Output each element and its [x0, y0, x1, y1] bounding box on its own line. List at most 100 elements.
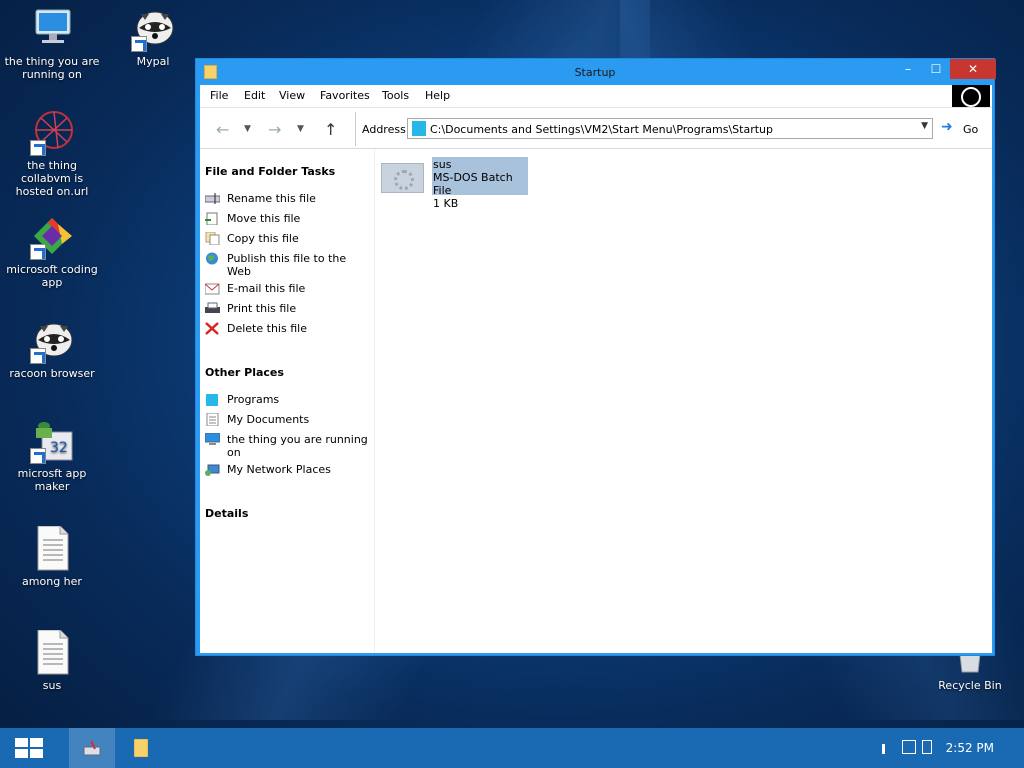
desktop-icon-among-her[interactable]: among her — [2, 525, 102, 588]
start-button[interactable] — [0, 728, 60, 768]
explorer-window: Startup – ☐ ✕ File Edit View Favorites T… — [195, 58, 996, 656]
raccoon-icon — [129, 6, 177, 52]
network-tray-icon[interactable] — [902, 740, 916, 754]
printer-icon — [205, 302, 220, 313]
task-label: Delete this file — [227, 322, 307, 335]
task-copy[interactable]: Copy this file — [205, 232, 370, 245]
menu-file[interactable]: File — [210, 89, 228, 102]
place-programs[interactable]: Programs — [205, 393, 370, 406]
place-label: the thing you are running on — [227, 433, 368, 459]
go-arrow-icon[interactable]: ➜ — [941, 119, 953, 135]
rename-icon — [205, 193, 220, 204]
taskbar-item-control-panel[interactable] — [69, 728, 115, 768]
shortcut-arrow-icon — [131, 36, 147, 52]
task-move[interactable]: Move this file — [205, 212, 370, 225]
shortcut-arrow-icon — [30, 448, 46, 464]
taskbar-item-explorer[interactable] — [118, 728, 164, 768]
file-info-selected: sus MS-DOS Batch File 1 KB — [432, 157, 528, 210]
clock[interactable]: 2:52 PM — [946, 741, 994, 755]
back-dropdown-icon[interactable]: ▼ — [244, 124, 251, 134]
up-arrow-icon[interactable]: ↑ — [324, 120, 337, 139]
task-label: Publish this file to the Web — [227, 252, 347, 278]
battery-tray-icon[interactable] — [922, 740, 932, 754]
title-bar[interactable]: Startup – ☐ ✕ — [196, 59, 996, 85]
desktop-icon-coding-app[interactable]: microsoft coding app — [2, 214, 102, 289]
place-label: My Documents — [227, 413, 310, 426]
menu-view[interactable]: View — [279, 89, 305, 102]
email-icon — [205, 283, 220, 295]
menu-help[interactable]: Help — [425, 89, 450, 102]
folder-icon — [412, 121, 426, 136]
task-publish[interactable]: Publish this file to the Web — [205, 252, 370, 278]
task-print[interactable]: Print this file — [205, 302, 370, 315]
desktop-icon-sus[interactable]: sus — [2, 629, 102, 692]
close-button[interactable]: ✕ — [950, 59, 996, 79]
address-value: C:\Documents and Settings\VM2\Start Menu… — [430, 123, 773, 136]
coding-app-icon — [28, 214, 76, 260]
control-panel-icon — [83, 740, 101, 756]
app-maker-icon: 32 — [28, 418, 76, 464]
desktop-icon-racoon-browser[interactable]: racoon browser — [2, 318, 102, 380]
desktop-icon-label: racoon browser — [9, 367, 95, 380]
documents-icon — [206, 413, 219, 426]
toolbar-separator — [355, 112, 356, 146]
desktop-icon-collabvm-url[interactable]: the thing collabvm is hosted on.url — [2, 110, 102, 198]
task-label: E-mail this file — [227, 282, 306, 295]
batch-file-gear-icon — [381, 163, 424, 193]
computer-icon — [28, 6, 76, 52]
task-delete[interactable]: Delete this file — [205, 322, 370, 335]
task-rename[interactable]: Rename this file — [205, 192, 370, 205]
file-type: MS-DOS Batch File — [433, 171, 513, 197]
text-file-icon — [28, 629, 76, 676]
desktop-icon-label: the thing collabvm is hosted on.url — [15, 159, 89, 198]
windows-logo-icon — [15, 738, 45, 760]
raccoon-icon — [28, 318, 76, 364]
menu-favorites[interactable]: Favorites — [320, 89, 370, 102]
place-label: My Network Places — [227, 463, 331, 476]
chevron-down-icon[interactable]: ▼ — [921, 121, 928, 131]
maximize-button[interactable]: ☐ — [922, 59, 950, 79]
place-network[interactable]: My Network Places — [205, 463, 370, 476]
place-computer[interactable]: the thing you are running on — [205, 433, 370, 459]
address-label: Address — [362, 123, 406, 136]
go-button[interactable]: Go — [963, 123, 978, 136]
text-file-icon — [28, 525, 76, 572]
desktop-icon-label: among her — [22, 575, 82, 588]
desktop-icon-label: Recycle Bin — [938, 679, 1002, 692]
shortcut-arrow-icon — [30, 244, 46, 260]
task-pane: File and Folder Tasks Rename this file M… — [200, 149, 374, 653]
file-name: sus — [433, 158, 452, 171]
desktop-icon-mypal[interactable]: Mypal — [103, 6, 203, 68]
show-hidden-icons-icon[interactable] — [882, 744, 885, 754]
minimize-button[interactable]: – — [894, 59, 922, 79]
move-icon — [205, 212, 218, 225]
shortcut-arrow-icon — [30, 348, 46, 364]
taskbar: 2:52 PM — [0, 728, 1024, 768]
back-arrow-icon[interactable]: ← — [216, 120, 229, 139]
address-bar[interactable]: C:\Documents and Settings\VM2\Start Menu… — [407, 118, 933, 139]
desktop-icon-app-maker[interactable]: 32 microsft app maker — [2, 418, 102, 493]
place-label: Programs — [227, 393, 280, 406]
task-email[interactable]: E-mail this file — [205, 282, 370, 295]
details-heading: Details — [205, 507, 249, 520]
window-title: Startup — [574, 66, 616, 79]
shortcut-arrow-icon — [30, 140, 46, 156]
windows-flag-logo-icon — [952, 85, 990, 107]
menu-bar: File Edit View Favorites Tools Help — [200, 85, 992, 107]
toolbar: ← ▼ → ▼ ↑ Address C:\Documents and Setti… — [200, 107, 992, 149]
desktop-icon-computer[interactable]: the thing you are running on — [2, 6, 102, 81]
menu-tools[interactable]: Tools — [382, 89, 409, 102]
forward-arrow-icon[interactable]: → — [268, 120, 281, 139]
delete-icon — [205, 322, 219, 335]
desktop-icon-label: Mypal — [136, 55, 170, 68]
file-list-pane[interactable]: sus MS-DOS Batch File 1 KB — [374, 149, 992, 653]
menu-edit[interactable]: Edit — [244, 89, 265, 102]
forward-dropdown-icon[interactable]: ▼ — [297, 124, 304, 134]
copy-icon — [205, 232, 220, 245]
folder-icon — [134, 739, 148, 757]
task-label: Print this file — [227, 302, 297, 315]
place-my-documents[interactable]: My Documents — [205, 413, 370, 426]
computer-icon — [205, 433, 220, 445]
task-label: Rename this file — [227, 192, 316, 205]
url-star-icon — [28, 110, 76, 156]
